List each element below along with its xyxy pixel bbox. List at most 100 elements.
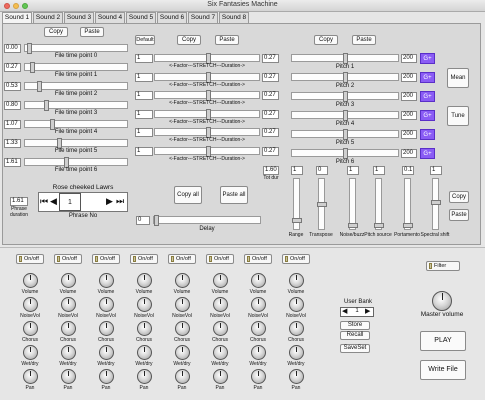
vslider-track[interactable]	[348, 178, 358, 230]
vslider-value[interactable]: 1	[373, 166, 385, 175]
pitch-g-plus-button[interactable]: G+	[420, 148, 435, 159]
vslider-knob[interactable]	[348, 223, 358, 228]
vslider-track[interactable]	[431, 178, 441, 230]
pitch-slider[interactable]	[291, 129, 399, 140]
time-point-slider[interactable]	[24, 138, 128, 149]
channel-knob-noisevol[interactable]	[61, 297, 76, 312]
channel-knob-volume[interactable]	[175, 273, 190, 288]
pitch-g-plus-button[interactable]: G+	[420, 53, 435, 64]
pitch-slider[interactable]	[291, 53, 399, 64]
stretch-factor-value[interactable]: 1	[135, 54, 153, 63]
time-point-slider[interactable]	[24, 100, 128, 111]
bank-prev-icon[interactable]: ◀	[342, 307, 347, 315]
channel-knob-noisevol[interactable]	[213, 297, 228, 312]
pitch-slider-knob[interactable]	[343, 91, 348, 102]
channel-onoff-toggle[interactable]: On/off	[130, 254, 158, 264]
channel-knob-wetdry[interactable]	[23, 345, 38, 360]
channel-knob-pan[interactable]	[289, 369, 304, 384]
write-file-button[interactable]: Write File	[420, 360, 466, 380]
pitch-g-plus-button[interactable]: G+	[420, 91, 435, 102]
vslider-value[interactable]: 1	[347, 166, 359, 175]
channel-knob-pan[interactable]	[137, 369, 152, 384]
channel-knob-chorus[interactable]	[99, 321, 114, 336]
next-last-icon[interactable]: ⏭	[116, 196, 124, 206]
vslider-knob[interactable]	[317, 202, 327, 207]
vslider-value[interactable]: 1	[291, 166, 303, 175]
channel-knob-volume[interactable]	[251, 273, 266, 288]
left-paste-button[interactable]: Paste	[80, 27, 104, 37]
right-copy2-button[interactable]: Copy	[449, 191, 469, 203]
stretch-duration-value[interactable]: 0.27	[262, 91, 279, 100]
filter-toggle[interactable]: Filter	[426, 261, 460, 271]
channel-knob-volume[interactable]	[137, 273, 152, 288]
vslider-value[interactable]: 0	[316, 166, 328, 175]
tab-sound-7[interactable]: Sound 7	[188, 12, 218, 23]
stretch-factor-value[interactable]: 1	[135, 146, 153, 156]
time-point-value[interactable]: 0.00	[4, 44, 21, 53]
pitch-slider[interactable]	[291, 72, 399, 83]
pitch-g-plus-button[interactable]: G+	[420, 72, 435, 83]
middle-copy-button[interactable]: Copy	[177, 35, 201, 45]
user-bank-value[interactable]: 1	[351, 308, 363, 314]
mean-button[interactable]: Mean	[447, 68, 469, 88]
pitch-g-plus-button[interactable]: G+	[420, 129, 435, 140]
channel-knob-noisevol[interactable]	[175, 297, 190, 312]
time-point-value[interactable]: 1.07	[4, 120, 21, 129]
channel-knob-noisevol[interactable]	[289, 297, 304, 312]
tab-sound-8[interactable]: Sound 8	[219, 12, 249, 23]
pitch-slider[interactable]	[291, 110, 399, 121]
channel-onoff-toggle[interactable]: On/off	[16, 254, 44, 264]
time-point-value[interactable]: 0.80	[4, 101, 21, 110]
time-point-value[interactable]: 0.53	[4, 82, 21, 91]
channel-onoff-toggle[interactable]: On/off	[244, 254, 272, 264]
pitch-slider-knob[interactable]	[343, 53, 348, 64]
time-point-value[interactable]: 0.27	[4, 63, 21, 72]
delay-slider[interactable]	[153, 215, 261, 226]
channel-knob-chorus[interactable]	[289, 321, 304, 336]
channel-knob-noisevol[interactable]	[99, 297, 114, 312]
store-button[interactable]: Store	[340, 321, 370, 330]
channel-knob-volume[interactable]	[99, 273, 114, 288]
channel-knob-pan[interactable]	[175, 369, 190, 384]
vslider-track[interactable]	[292, 178, 302, 230]
time-point-slider[interactable]	[24, 62, 128, 73]
channel-knob-pan[interactable]	[61, 369, 76, 384]
pitch-slider-knob[interactable]	[343, 110, 348, 121]
vslider-knob[interactable]	[374, 223, 384, 228]
pitch-slider[interactable]	[291, 148, 399, 159]
channel-knob-wetdry[interactable]	[137, 345, 152, 360]
channel-knob-chorus[interactable]	[251, 321, 266, 336]
channel-knob-pan[interactable]	[213, 369, 228, 384]
channel-onoff-toggle[interactable]: On/off	[282, 254, 310, 264]
channel-onoff-toggle[interactable]: On/off	[206, 254, 234, 264]
time-point-value[interactable]: 1.61	[4, 158, 21, 167]
play-button[interactable]: PLAY	[420, 331, 466, 351]
recall-button[interactable]: Recall	[340, 331, 370, 340]
saveset-button[interactable]: SaveSet	[340, 344, 370, 353]
vslider-value[interactable]: 0.1	[402, 166, 414, 175]
copy-all-button[interactable]: Copy all	[174, 186, 202, 204]
tune-button[interactable]: Tune	[447, 106, 469, 126]
stretch-duration-value[interactable]: 0.27	[262, 72, 279, 82]
phrase-no-field[interactable]: 1	[59, 193, 81, 211]
pitch-value[interactable]: 200	[401, 92, 417, 101]
channel-knob-noisevol[interactable]	[23, 297, 38, 312]
channel-knob-wetdry[interactable]	[99, 345, 114, 360]
stretch-factor-value[interactable]: 1	[135, 128, 153, 137]
default-button[interactable]: Default	[135, 35, 155, 45]
stretch-factor-value[interactable]: 1	[135, 109, 153, 119]
vslider-knob[interactable]	[292, 218, 302, 223]
right-copy-button[interactable]: Copy	[314, 35, 338, 45]
vslider-track[interactable]	[403, 178, 413, 230]
prev-icon[interactable]: ◀	[50, 196, 57, 206]
stretch-slider[interactable]	[154, 145, 260, 157]
channel-knob-chorus[interactable]	[23, 321, 38, 336]
stretch-duration-value[interactable]: 0.27	[262, 109, 279, 119]
bank-next-icon[interactable]: ▶	[365, 307, 370, 315]
pitch-slider-knob[interactable]	[343, 148, 348, 159]
stretch-slider[interactable]	[154, 127, 260, 138]
channel-onoff-toggle[interactable]: On/off	[92, 254, 120, 264]
delay-value[interactable]: 0	[136, 216, 150, 225]
channel-knob-volume[interactable]	[213, 273, 228, 288]
time-point-slider[interactable]	[24, 119, 128, 130]
